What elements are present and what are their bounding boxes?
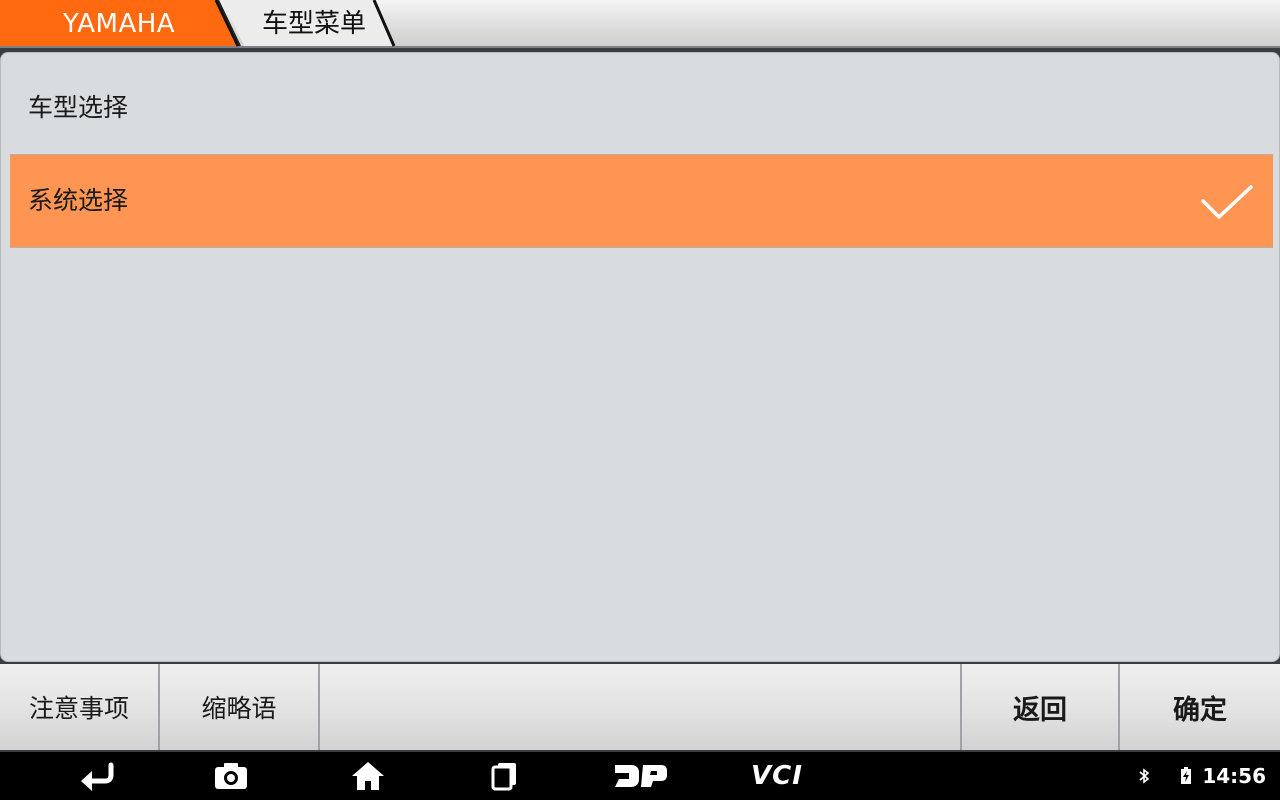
bluetooth-icon <box>1139 768 1150 784</box>
checkmark-icon <box>1201 185 1253 219</box>
vci-icon[interactable]: VCI <box>742 752 812 800</box>
confirm-button[interactable]: 确定 <box>1120 664 1280 750</box>
battery-icon <box>1181 767 1192 784</box>
list-item-system-selection[interactable]: 系统选择 <box>10 154 1273 248</box>
wifi-icon <box>1156 772 1167 783</box>
back-arrow-icon[interactable] <box>72 752 122 800</box>
notes-button[interactable]: 注意事项 <box>0 664 158 750</box>
breadcrumb-vehicle-menu[interactable]: 车型菜单 <box>244 0 384 48</box>
breadcrumb: YAMAHA 车型菜单 <box>0 0 1280 48</box>
breadcrumb-brand[interactable]: YAMAHA <box>0 0 238 48</box>
home-icon[interactable] <box>343 752 393 800</box>
clock: 14:56 <box>1202 764 1266 788</box>
camera-icon[interactable] <box>206 752 256 800</box>
bottom-button-bar: 注意事项 缩略语 返回 确定 <box>0 664 1280 750</box>
menu-panel: 车型选择 系统选择 <box>0 52 1280 662</box>
system-navigation-bar: VCI 14:56 <box>0 752 1280 800</box>
recent-apps-icon[interactable] <box>480 752 530 800</box>
back-button[interactable]: 返回 <box>962 664 1118 750</box>
button-bar-spacer <box>320 664 960 750</box>
vci-label: VCI <box>751 761 803 791</box>
list-item-label: 系统选择 <box>28 186 129 215</box>
dp-logo-icon[interactable] <box>608 752 672 800</box>
list-item-vehicle-selection[interactable]: 车型选择 <box>10 61 1273 155</box>
list-item-label: 车型选择 <box>28 93 129 122</box>
status-area: 14:56 <box>1138 752 1266 800</box>
abbreviations-button[interactable]: 缩略语 <box>160 664 318 750</box>
